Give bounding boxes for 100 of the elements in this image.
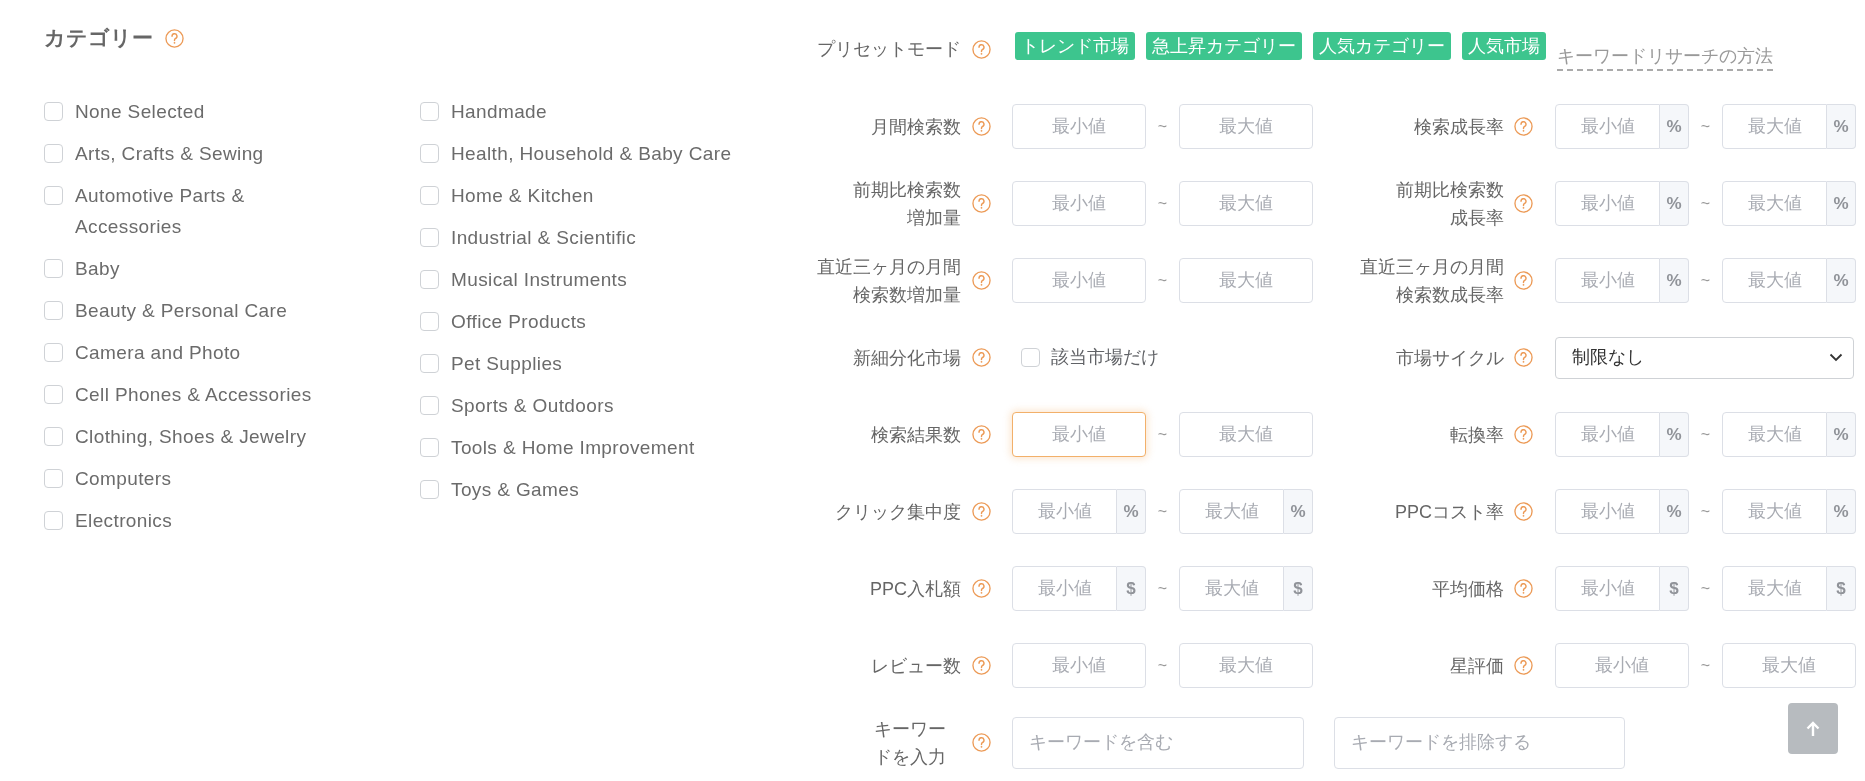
help-icon[interactable] — [1514, 502, 1533, 521]
help-icon[interactable] — [1514, 271, 1533, 290]
checkbox[interactable] — [44, 102, 63, 121]
max-value-field[interactable]: 最大値 — [1179, 181, 1313, 226]
help-icon[interactable] — [972, 502, 991, 521]
checkbox[interactable] — [420, 354, 439, 373]
help-icon[interactable] — [972, 40, 991, 59]
checkbox[interactable] — [44, 144, 63, 163]
help-icon[interactable] — [972, 194, 991, 213]
category-label[interactable]: Pet Supplies — [451, 348, 563, 379]
checkbox[interactable] — [44, 343, 63, 362]
category-label[interactable]: Musical Instruments — [451, 264, 628, 295]
help-icon[interactable] — [972, 117, 991, 136]
checkbox[interactable] — [420, 270, 439, 289]
min-value-field[interactable]: 最小値 — [1555, 258, 1660, 303]
category-label[interactable]: Handmade — [451, 96, 547, 127]
checkbox[interactable] — [420, 312, 439, 331]
help-icon[interactable] — [972, 579, 991, 598]
help-icon[interactable] — [972, 348, 991, 367]
checkbox[interactable] — [420, 438, 439, 457]
category-label[interactable]: None Selected — [75, 96, 205, 127]
checkbox[interactable] — [1021, 348, 1040, 367]
scroll-top-button[interactable] — [1788, 703, 1838, 754]
help-icon[interactable] — [972, 425, 991, 444]
help-icon[interactable] — [1514, 579, 1533, 598]
checkbox[interactable] — [44, 427, 63, 446]
min-value-field[interactable]: 最小値 — [1012, 104, 1146, 149]
min-value-field[interactable]: 最小値 — [1012, 566, 1117, 611]
keyword-exclude-field[interactable]: キーワードを排除する — [1334, 716, 1625, 769]
category-label[interactable]: Sports & Outdoors — [451, 390, 614, 421]
select-field[interactable]: 制限なし — [1555, 336, 1854, 379]
max-value-field[interactable]: 最大値 — [1722, 643, 1856, 688]
checkbox[interactable] — [44, 385, 63, 404]
max-value-field[interactable]: 最大値 — [1179, 104, 1313, 149]
checkbox[interactable] — [420, 186, 439, 205]
category-label[interactable]: Automotive Parts & Accessories — [75, 180, 337, 242]
checkbox[interactable] — [44, 301, 63, 320]
max-value-field[interactable]: 最大値 — [1179, 643, 1313, 688]
category-label[interactable]: Camera and Photo — [75, 337, 241, 368]
category-label[interactable]: Beauty & Personal Care — [75, 295, 288, 326]
category-label[interactable]: Toys & Games — [451, 474, 580, 505]
max-value-field[interactable]: 最大値 — [1722, 104, 1827, 149]
min-value-field[interactable]: 最小値 — [1555, 566, 1660, 611]
help-icon[interactable] — [972, 733, 991, 752]
min-value-field[interactable]: 最小値 — [1555, 489, 1660, 534]
checkbox[interactable] — [44, 186, 63, 205]
category-label[interactable]: Home & Kitchen — [451, 180, 594, 211]
help-icon[interactable] — [1514, 117, 1533, 136]
field-label: 前期比検索数成長率 — [1395, 178, 1504, 230]
help-icon[interactable] — [1514, 425, 1533, 444]
max-value-field[interactable]: 最大値 — [1722, 489, 1827, 534]
guide-link[interactable]: キーワードリサーチの方法 — [1557, 42, 1773, 71]
unit-addon: $ — [1660, 566, 1689, 611]
checkbox[interactable] — [44, 469, 63, 488]
section-title: カテゴリー — [44, 25, 153, 51]
min-value-field[interactable]: 最小値 — [1012, 181, 1146, 226]
max-value-field[interactable]: 最大値 — [1179, 566, 1284, 611]
category-label[interactable]: Tools & Home Improvement — [451, 432, 695, 463]
max-value-field[interactable]: 最大値 — [1722, 181, 1827, 226]
help-icon[interactable] — [1514, 656, 1533, 675]
field-label: 前期比検索数増加量 — [852, 178, 961, 230]
checkbox-label[interactable]: 該当市場だけ — [1051, 344, 1159, 371]
min-value-field[interactable]: 最小値 — [1012, 258, 1146, 303]
category-label[interactable]: Office Products — [451, 306, 587, 337]
keyword-include-field[interactable]: キーワードを含む — [1012, 716, 1304, 769]
min-value-field[interactable]: 最小値 — [1555, 412, 1660, 457]
max-value-field[interactable]: 最大値 — [1179, 489, 1284, 534]
min-value-field[interactable]: 最小値 — [1012, 643, 1146, 688]
category-label[interactable]: Health, Household & Baby Care — [451, 138, 732, 169]
range-separator: ~ — [1156, 578, 1169, 599]
checkbox[interactable] — [420, 228, 439, 247]
checkbox[interactable] — [420, 102, 439, 121]
checkbox[interactable] — [420, 480, 439, 499]
category-label[interactable]: Cell Phones & Accessories — [75, 379, 312, 410]
help-icon[interactable] — [165, 28, 184, 48]
help-icon[interactable] — [972, 656, 991, 675]
unit-addon: % — [1660, 489, 1689, 534]
min-value-field[interactable]: 最小値 — [1012, 489, 1117, 534]
min-value-field[interactable]: 最小値 — [1555, 643, 1689, 688]
checkbox[interactable] — [44, 259, 63, 278]
min-value-field[interactable]: 最小値 — [1012, 412, 1146, 457]
category-label[interactable]: Industrial & Scientific — [451, 222, 637, 253]
checkbox[interactable] — [420, 396, 439, 415]
checkbox[interactable] — [44, 511, 63, 530]
max-value-field[interactable]: 最大値 — [1722, 258, 1827, 303]
max-value-field[interactable]: 最大値 — [1722, 412, 1827, 457]
category-label[interactable]: Baby — [75, 253, 120, 284]
min-value-field[interactable]: 最小値 — [1555, 104, 1660, 149]
help-icon[interactable] — [1514, 194, 1533, 213]
max-value-field[interactable]: 最大値 — [1179, 258, 1313, 303]
min-value-field[interactable]: 最小値 — [1555, 181, 1660, 226]
help-icon[interactable] — [1514, 348, 1533, 367]
category-label[interactable]: Arts, Crafts & Sewing — [75, 138, 264, 169]
help-icon[interactable] — [972, 271, 991, 290]
max-value-field[interactable]: 最大値 — [1722, 566, 1827, 611]
category-label[interactable]: Computers — [75, 463, 172, 494]
max-value-field[interactable]: 最大値 — [1179, 412, 1313, 457]
checkbox[interactable] — [420, 144, 439, 163]
category-label[interactable]: Clothing, Shoes & Jewelry — [75, 421, 307, 452]
category-label[interactable]: Electronics — [75, 505, 173, 536]
